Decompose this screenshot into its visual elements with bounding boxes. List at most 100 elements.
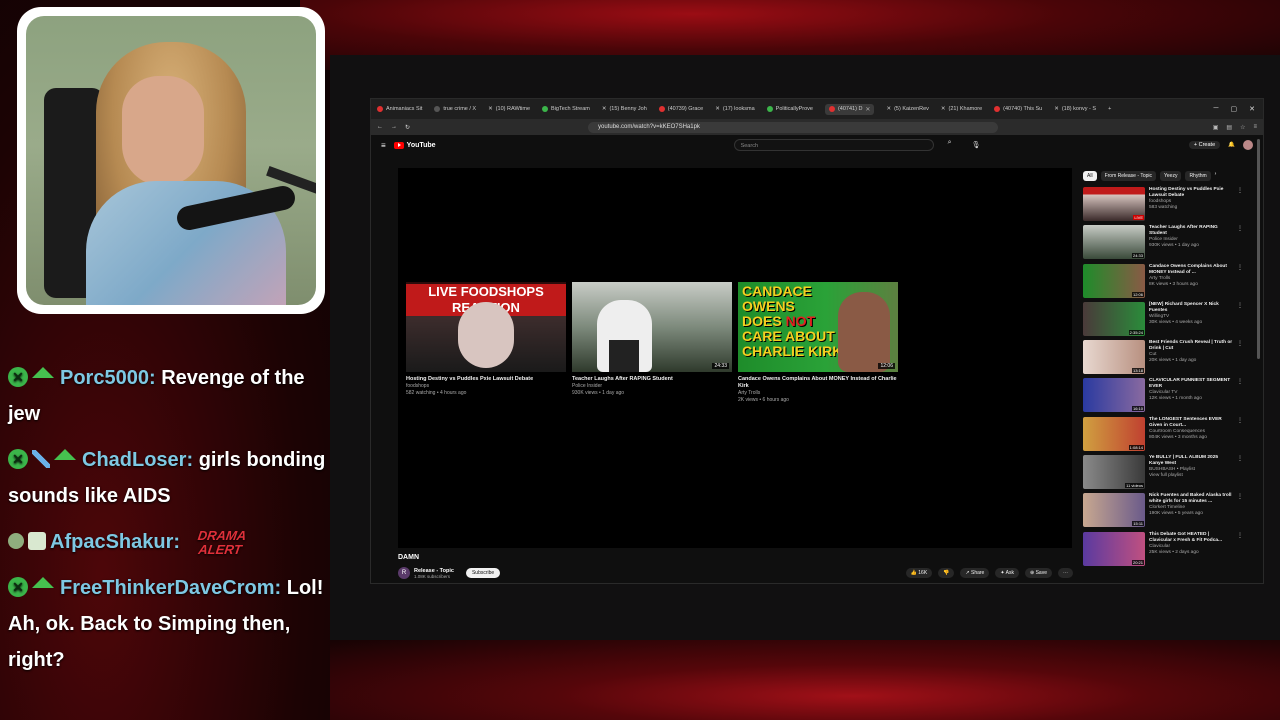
tab-favicon-icon bbox=[828, 106, 835, 112]
channel-name[interactable]: Release - Topic bbox=[414, 568, 454, 574]
gem-icon bbox=[32, 566, 54, 588]
chip-all[interactable]: All bbox=[1083, 171, 1097, 181]
rec-item[interactable]: 24:33 Teacher Laughs After RAPING Studen… bbox=[1083, 225, 1243, 263]
search-input[interactable]: Search bbox=[733, 139, 934, 151]
thumbnail-face bbox=[838, 292, 890, 372]
close-tab-icon[interactable]: ✕ bbox=[865, 106, 870, 113]
duration-badge: 1:08:14 bbox=[1128, 444, 1144, 450]
more-vert-icon[interactable]: ⋮ bbox=[1237, 493, 1243, 531]
more-vert-icon[interactable]: ⋮ bbox=[1237, 417, 1243, 455]
browser-tab[interactable]: ✕ (5) KaizenRev bbox=[886, 106, 928, 112]
more-icon[interactable]: ⋯ bbox=[1058, 568, 1073, 578]
browser-tab-active[interactable]: (40741) D ✕ bbox=[824, 103, 875, 115]
browser-tab[interactable]: ✕ (15) Benny Joh bbox=[602, 106, 647, 112]
youtube-header-right: + Create 🔔 bbox=[1188, 140, 1253, 150]
browser-tab[interactable]: true crime / X bbox=[434, 106, 476, 112]
url-input[interactable]: youtube.com/watch?v=kKEO7SHa1pk bbox=[588, 121, 999, 133]
browser-tab[interactable]: ✕ (10) RAWtime bbox=[488, 106, 530, 112]
endscreen-card[interactable]: CANDACE OWENS DOES NOT CARE ABOUT CHARLI… bbox=[738, 282, 898, 403]
more-vert-icon[interactable]: ⋮ bbox=[1237, 225, 1243, 263]
rec-thumbnail: 1:08:14 bbox=[1083, 416, 1145, 451]
youtube-play-icon bbox=[393, 141, 404, 149]
maximize-icon[interactable]: ▢ bbox=[1231, 105, 1238, 113]
browser-tab[interactable]: Animaniacs Sit bbox=[377, 106, 422, 112]
like-button[interactable]: 👍 16K bbox=[905, 568, 933, 578]
video-player[interactable]: LIVE FOODSHOPS REACTION Hosting Destiny … bbox=[398, 168, 1072, 548]
x-logo-icon: ✕ bbox=[715, 106, 720, 112]
x-icon: ✕ bbox=[8, 576, 28, 597]
subscribe-button[interactable]: Subscribe bbox=[465, 568, 501, 578]
duration-badge: 12:06 bbox=[878, 363, 895, 369]
browser-tab[interactable]: ✕ (21) Khamore bbox=[941, 106, 982, 112]
more-vert-icon[interactable]: ⋮ bbox=[1237, 302, 1243, 340]
extensions-icon[interactable]: ▣ bbox=[1213, 124, 1219, 131]
rec-thumbnail: 13:18 bbox=[1083, 340, 1145, 375]
new-tab-icon[interactable]: + bbox=[1108, 106, 1111, 112]
tab-favicon-icon bbox=[377, 106, 383, 112]
duration-badge: 24:33 bbox=[712, 363, 729, 369]
more-vert-icon[interactable]: ⋮ bbox=[1237, 455, 1243, 493]
more-vert-icon[interactable]: ⋮ bbox=[1237, 378, 1243, 416]
more-vert-icon[interactable]: ⋮ bbox=[1237, 340, 1243, 378]
rec-item[interactable]: 12:06 Candace Owens Complains About MONE… bbox=[1083, 263, 1243, 302]
more-vert-icon[interactable]: ⋮ bbox=[1237, 264, 1243, 302]
settings-menu-icon[interactable]: ≡ bbox=[1253, 124, 1257, 131]
search-icon[interactable]: ⌕ bbox=[942, 139, 958, 151]
browser-tab[interactable]: BigTech Stream bbox=[542, 106, 590, 112]
browser-tab[interactable]: (40740) This Su bbox=[994, 106, 1042, 112]
rec-item[interactable]: 1:08:14 The LONGEST Sentences EVER Given… bbox=[1083, 416, 1243, 455]
rec-item[interactable]: 20:21 This Debate Got HEATED | Clavicula… bbox=[1083, 531, 1243, 570]
tab-favicon-icon bbox=[542, 106, 549, 112]
scrollbar[interactable] bbox=[1257, 139, 1260, 359]
rec-item[interactable]: 11 videos Ye BULLY | FULL ALBUM 2025 Kan… bbox=[1083, 455, 1243, 493]
save-button[interactable]: ⊕ Save bbox=[1025, 568, 1052, 578]
rec-item[interactable]: LIVE Hosting Destiny vs Puddles Pxie Law… bbox=[1083, 187, 1243, 225]
rec-thumbnail: 11 videos bbox=[1083, 455, 1145, 490]
browser-tab[interactable]: ✕ (17) looksma bbox=[715, 106, 754, 112]
chip-from-release[interactable]: From Release - Topic bbox=[1100, 171, 1156, 181]
rec-item[interactable]: 2:35:24 [NEW] Richard Spencer X Nick Fue… bbox=[1083, 301, 1243, 340]
card-title: Teacher Laughs After RAPING Student bbox=[572, 376, 673, 382]
forward-icon[interactable]: → bbox=[391, 124, 397, 130]
rec-meta: 930K views • 1 day ago bbox=[1149, 243, 1199, 249]
youtube-logo[interactable]: YouTube bbox=[393, 141, 436, 149]
endscreen-card[interactable]: LIVE FOODSHOPS REACTION Hosting Destiny … bbox=[406, 282, 566, 396]
channel-avatar[interactable]: R bbox=[398, 567, 410, 579]
hamburger-menu-icon[interactable]: ≡ bbox=[381, 141, 386, 150]
notifications-icon[interactable]: 🔔 bbox=[1228, 142, 1235, 148]
back-icon[interactable]: ← bbox=[377, 124, 383, 130]
tab-overview-icon[interactable]: ▤ bbox=[1226, 124, 1232, 131]
rec-info: Hosting Destiny vs Puddles Pxie Lawsuit … bbox=[1149, 187, 1233, 225]
share-button[interactable]: ↗ Share bbox=[960, 568, 990, 578]
microphone-icon[interactable]: 🎙 bbox=[972, 141, 981, 149]
card-title: Candace Owens Complains About MONEY Inst… bbox=[738, 376, 897, 389]
tab-favicon-icon bbox=[994, 106, 1001, 112]
tab-label: (40740) This Su bbox=[1003, 106, 1043, 112]
reload-icon[interactable]: ↻ bbox=[405, 124, 410, 131]
close-window-icon[interactable]: ✕ bbox=[1249, 105, 1255, 113]
avatar[interactable] bbox=[1243, 140, 1253, 150]
chip-rhythm[interactable]: Rhythm bbox=[1185, 171, 1211, 181]
endscreen-card[interactable]: 24:33 Teacher Laughs After RAPING Studen… bbox=[572, 282, 732, 396]
browser-tab[interactable]: ✕ (18) konvy - S bbox=[1054, 106, 1096, 112]
rec-item[interactable]: 16:10 CLAVICULAR FUNNIEST SEGMENT EVER Cl… bbox=[1083, 378, 1243, 416]
more-vert-icon[interactable]: ⋮ bbox=[1237, 187, 1243, 225]
rec-meta: 583 watching bbox=[1149, 205, 1178, 210]
minimize-icon[interactable]: ─ bbox=[1214, 105, 1219, 113]
browser-tab[interactable]: (40739) Grace bbox=[658, 106, 703, 112]
create-button[interactable]: + Create bbox=[1188, 141, 1221, 149]
chip-yeezy[interactable]: Yeezy bbox=[1160, 171, 1182, 181]
rec-info: CLAVICULAR FUNNIEST SEGMENT EVER Clavicul… bbox=[1149, 378, 1233, 416]
thumbnail-line: NOT bbox=[785, 313, 816, 329]
favorites-icon[interactable]: ☆ bbox=[1240, 124, 1245, 131]
browser-tab[interactable]: PoliticallyProve bbox=[766, 106, 813, 112]
dislike-button[interactable]: 👎 bbox=[938, 568, 955, 578]
rec-item[interactable]: 15:11 Nick Fuentes and Baked Alaska trol… bbox=[1083, 493, 1243, 531]
ask-button[interactable]: ✦ Ask bbox=[995, 568, 1019, 578]
x-logo-icon: ✕ bbox=[940, 106, 946, 112]
chevron-right-icon[interactable]: › bbox=[1215, 171, 1217, 181]
x-icon: ✕ bbox=[8, 448, 28, 469]
youtube-wordmark: YouTube bbox=[406, 141, 436, 149]
rec-item[interactable]: 13:18 Best Friends Crush Reveal | Truth … bbox=[1083, 340, 1243, 378]
more-vert-icon[interactable]: ⋮ bbox=[1237, 532, 1243, 570]
